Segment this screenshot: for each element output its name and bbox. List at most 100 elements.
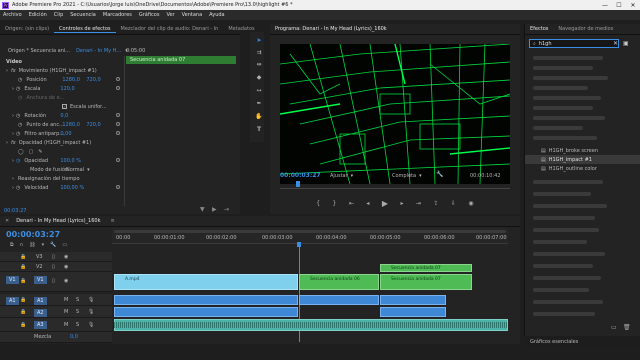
track-label-a2[interactable]: A2 (34, 309, 47, 317)
trash-icon[interactable]: 🗑 (623, 324, 631, 331)
chevron-down-icon[interactable]: ▾ (87, 167, 90, 173)
pen-tool-icon[interactable]: ✒ (255, 99, 263, 107)
chevron-down-icon[interactable]: › (12, 176, 14, 182)
play-icon[interactable]: ▶ (382, 199, 388, 208)
keyframe-reset-icon[interactable] (116, 131, 120, 135)
stopwatch-icon[interactable]: ◷ (16, 158, 20, 164)
type-tool-icon[interactable]: T (255, 125, 263, 133)
chevron-right-icon[interactable]: › (12, 131, 14, 137)
tab-media-browser[interactable]: Navegador de medios (553, 26, 618, 32)
new-folder-icon[interactable]: ▭ (611, 324, 617, 331)
menu-icon[interactable]: ≡ (105, 218, 119, 224)
stopwatch-icon[interactable]: ◷ (18, 122, 22, 128)
effects-search-input[interactable]: h1gh (539, 41, 552, 47)
lock-icon[interactable]: 🔒 (20, 278, 26, 284)
tab-timeline-sequence[interactable]: Denari - In My Head (Lyrics)_160k (16, 218, 105, 224)
chevron-down-icon[interactable]: ▾ (419, 173, 422, 179)
clip-a2-seq07-audio[interactable] (380, 307, 446, 317)
tab-effects[interactable]: Efectos (525, 26, 553, 32)
speed-value[interactable]: 100,00 % (60, 185, 84, 191)
settings-icon[interactable]: 🔧 (50, 242, 56, 248)
source-patch-a1[interactable]: A1 (6, 297, 19, 305)
keyframe-reset-icon[interactable] (116, 113, 120, 117)
microphone-icon[interactable]: 🎙 (88, 322, 94, 328)
step-forward-icon[interactable]: ▸ (400, 200, 403, 207)
menu-ver[interactable]: Ver (166, 12, 174, 18)
lock-icon[interactable]: 🔒 (20, 297, 26, 303)
keyframe-reset-icon[interactable] (116, 185, 120, 189)
stopwatch-icon[interactable]: ◷ (16, 113, 20, 119)
menu-archivo[interactable]: Archivo (3, 12, 22, 18)
solo-s-icon[interactable]: S (76, 297, 79, 303)
slip-tool-icon[interactable]: ↔ (255, 86, 263, 94)
tab-program[interactable]: Programa: Denari - In My Head (Lyrics)_1… (270, 26, 392, 32)
captions-icon[interactable]: ▭ (62, 242, 67, 248)
anchor-y[interactable]: 720,0 (86, 122, 100, 128)
scale-value[interactable]: 120,0 (60, 86, 74, 92)
mix-value[interactable]: 0,0 (70, 334, 78, 340)
quality-select[interactable]: Completa (392, 173, 416, 179)
clip-a1-seq07-audio[interactable] (380, 295, 446, 305)
export-frame-icon[interactable]: ⇥ (224, 206, 229, 213)
chevron-down-icon[interactable]: › (6, 140, 8, 146)
wrench-icon[interactable]: 🔧 (436, 171, 443, 178)
lock-icon[interactable]: 🔒 (20, 309, 26, 315)
menu-secuencia[interactable]: Secuencia (70, 12, 96, 18)
linked-selection-icon[interactable]: ⛓ (29, 242, 35, 248)
menu-edicion[interactable]: Edición (29, 12, 47, 18)
track-label-v3[interactable]: V3 (36, 254, 43, 260)
chevron-right-icon[interactable]: › (12, 113, 14, 119)
stopwatch-icon[interactable]: ◷ (16, 86, 20, 92)
time-remap-row[interactable]: › Reasignación del tiempo (12, 174, 80, 183)
stopwatch-icon[interactable]: ◷ (18, 77, 22, 83)
keyframe-reset-icon[interactable] (116, 77, 120, 81)
effects-search-box[interactable]: ⌕ h1gh (529, 39, 619, 48)
mark-out-icon[interactable]: } (333, 200, 337, 207)
track-label-v1[interactable]: V1 (34, 276, 47, 284)
nest-icon[interactable]: ⧉ (10, 242, 14, 248)
effect-item[interactable]: ▤ H1GH_outline color (541, 164, 597, 173)
eye-icon[interactable]: ◉ (64, 264, 68, 270)
mute-m-icon[interactable]: M (64, 297, 68, 303)
pen-mask-icon[interactable]: ✎ (38, 149, 42, 155)
clip-v1-seq06[interactable]: Secuencia anidada 06 (299, 274, 379, 290)
microphone-icon[interactable]: 🎙 (88, 297, 94, 303)
track-label-a3[interactable]: A3 (34, 321, 47, 329)
program-timecode[interactable]: 00:00:03:27 (280, 172, 321, 179)
go-to-out-icon[interactable]: ⇥ (416, 200, 421, 207)
lift-icon[interactable]: ⇪ (433, 200, 438, 207)
menu-graficos[interactable]: Gráficos (139, 12, 160, 18)
fit-selector[interactable]: Ajustar ▾ (330, 171, 353, 180)
sync-lock-icon[interactable]: ▯ (52, 254, 55, 260)
source-patch-v1[interactable]: V1 (6, 276, 19, 284)
blend-select[interactable]: Normal (66, 167, 84, 173)
clip-a1-seq06-audio[interactable] (299, 295, 379, 305)
minimize-button[interactable]: — (598, 0, 612, 10)
tab-audio-clip-mixer[interactable]: Mezclador del clip de audio: Denari - In (116, 26, 224, 32)
hand-tool-icon[interactable]: ✋ (255, 112, 263, 120)
eye-icon[interactable]: ◉ (64, 254, 68, 260)
extract-icon[interactable]: ⇩ (451, 200, 456, 207)
close-icon[interactable]: ✕ (0, 218, 14, 224)
clip-a2-audio[interactable] (114, 307, 298, 317)
program-video-frame[interactable] (280, 44, 510, 184)
microphone-icon[interactable]: 🎙 (88, 309, 94, 315)
stopwatch-icon[interactable]: ◷ (16, 131, 20, 137)
chevron-right-icon[interactable]: › (12, 185, 14, 191)
eye-icon[interactable]: ◉ (64, 278, 68, 284)
lock-icon[interactable]: 🔒 (20, 264, 26, 270)
sync-lock-icon[interactable]: ▯ (52, 264, 55, 270)
keyframe-reset-icon[interactable] (116, 86, 120, 90)
tab-source[interactable]: Origen: (sin clips) (0, 26, 54, 32)
clip-v1-video[interactable]: A.mp4 (114, 274, 298, 290)
effect-item[interactable]: ▤ H1GH_broke screen (541, 146, 598, 155)
lock-icon[interactable]: 🔒 (20, 254, 26, 260)
solo-s-icon[interactable]: S (76, 322, 79, 328)
selection-tool-icon[interactable]: ➤ (255, 36, 263, 44)
mark-in-icon[interactable]: { (316, 200, 320, 207)
quality-selector[interactable]: Completa ▾ (392, 171, 422, 180)
add-marker-icon[interactable]: ▾ (42, 242, 45, 248)
position-y[interactable]: 720,0 (86, 77, 100, 83)
program-scrub-bar[interactable] (280, 181, 510, 189)
position-x[interactable]: 1280,0 (62, 77, 86, 83)
